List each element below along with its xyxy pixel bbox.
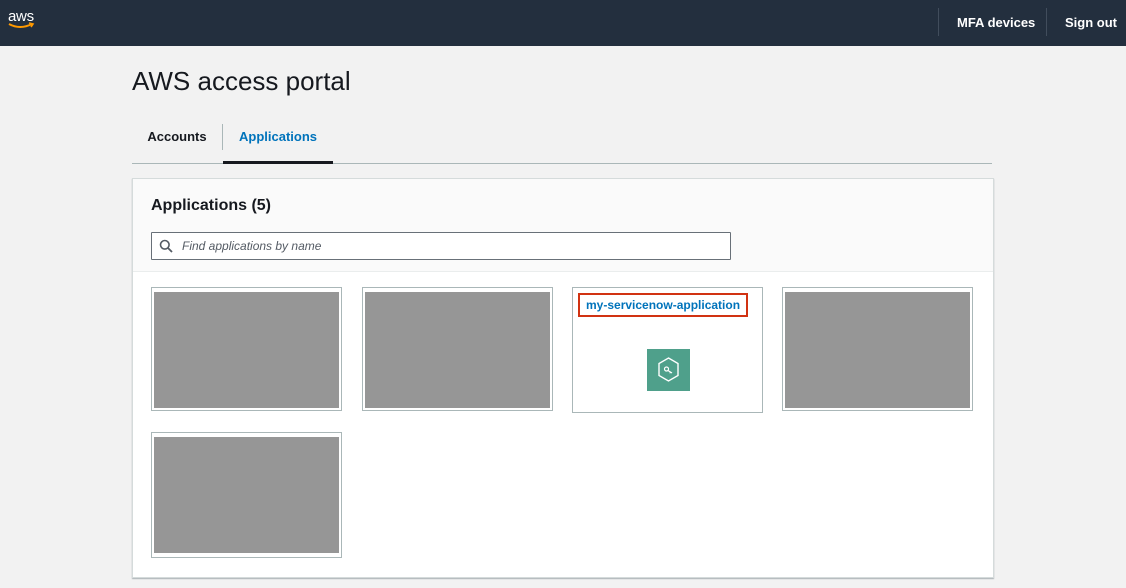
mfa-devices-link[interactable]: MFA devices (957, 15, 1035, 30)
redacted-application (154, 437, 339, 553)
tab-applications[interactable]: Applications (223, 118, 333, 164)
applications-panel-header: Applications (5) (133, 179, 993, 272)
search-icon (159, 239, 173, 253)
aws-logo[interactable]: aws (6, 8, 38, 34)
redacted-application (365, 292, 550, 408)
aws-smile-icon (8, 22, 35, 28)
application-tile[interactable] (782, 287, 973, 411)
redacted-application (154, 292, 339, 408)
nav-separator (1046, 8, 1047, 36)
key-hexagon-icon (647, 349, 690, 391)
redacted-application (785, 292, 970, 408)
page-title: AWS access portal (132, 66, 351, 96)
top-navigation-bar: aws MFA devices Sign out (0, 0, 1126, 46)
nav-separator (938, 8, 939, 36)
application-tile-servicenow[interactable]: my-servicenow-application (572, 287, 763, 413)
search-box[interactable] (151, 232, 731, 260)
sign-out-link[interactable]: Sign out (1065, 15, 1117, 30)
application-tile[interactable] (362, 287, 553, 411)
applications-panel: Applications (5) my-servicenow-applicati… (132, 178, 994, 578)
applications-heading: Applications (5) (151, 197, 272, 214)
tab-accounts[interactable]: Accounts (132, 118, 222, 161)
search-input[interactable] (180, 235, 724, 257)
application-name-link[interactable]: my-servicenow-application (578, 293, 749, 317)
application-tile[interactable] (151, 432, 342, 558)
application-tile[interactable] (151, 287, 342, 411)
tab-bar: Accounts Applications (132, 118, 992, 164)
